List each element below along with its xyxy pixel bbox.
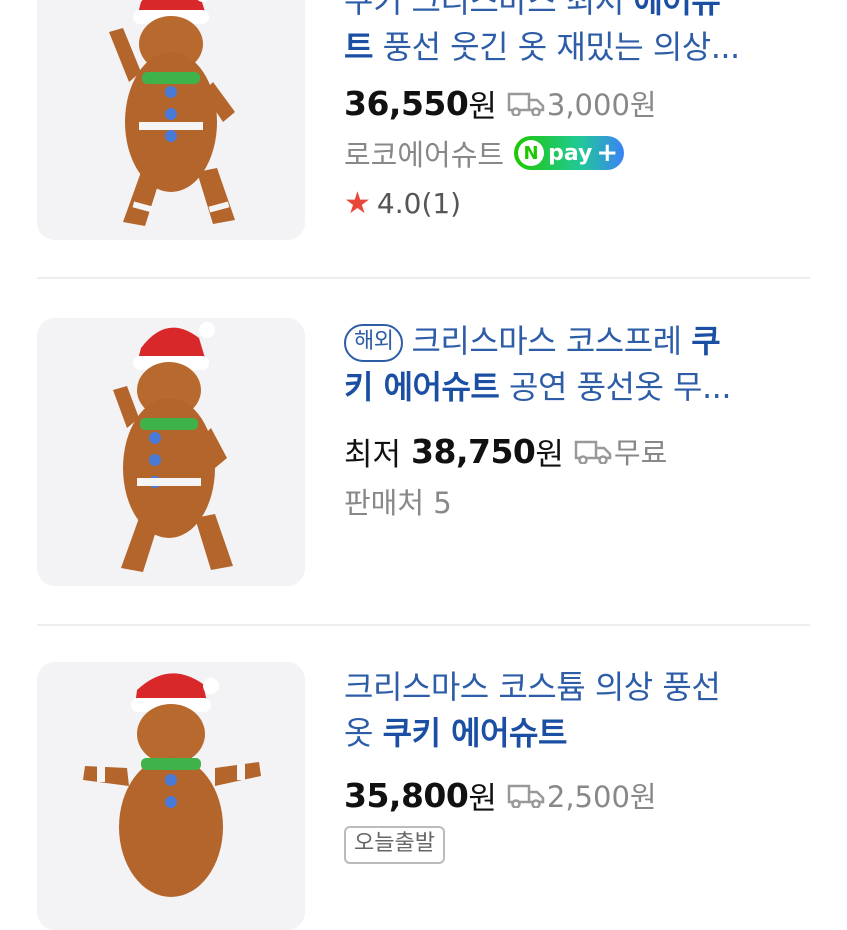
product-title-line2[interactable]: 옷 쿠키 에어슈트: [344, 710, 814, 756]
seller-name[interactable]: 로코에어슈트: [344, 132, 504, 174]
title-keyword: 에어슈: [633, 0, 721, 20]
divider: [37, 277, 810, 279]
price-row: 35,800 원 2,500원: [344, 774, 657, 817]
seller-count-row: 판매처 5: [344, 476, 814, 526]
product-title[interactable]: 크리스마스 코스튬 의상 풍선: [344, 664, 814, 710]
price: 35,800: [344, 775, 469, 815]
truck-icon: [574, 440, 612, 464]
truck-icon: [507, 92, 545, 116]
product-thumbnail[interactable]: [37, 318, 305, 586]
price-row: 36,550 원 3,000원: [344, 82, 657, 125]
title-keyword: 키 에어슈트: [344, 368, 500, 406]
today-shipping-tag: 오늘출발: [344, 826, 445, 864]
title-keyword: 쿠: [691, 322, 721, 360]
product-title[interactable]: 쿠키 크리스마스 최저 에어슈: [344, 0, 814, 24]
gingerbread-costume-image: [37, 0, 305, 240]
product-title[interactable]: 해외 크리스마스 코스프레 쿠: [344, 318, 814, 364]
title-keyword: 쿠키 에어슈트: [382, 714, 568, 752]
shipping-fee: 2,500원: [507, 774, 657, 816]
gingerbread-costume-image: [37, 318, 305, 586]
shipping-fee: 무료: [574, 430, 667, 472]
title-keyword: 트: [344, 28, 373, 66]
product-title-line2[interactable]: 트 풍선 웃긴 옷 재밌는 의상...: [344, 24, 814, 70]
lowest-label: 최저: [344, 436, 402, 473]
npay-badge: Npay +: [514, 136, 625, 170]
seller-count[interactable]: 판매처 5: [344, 480, 452, 522]
overseas-badge: 해외: [344, 324, 404, 362]
gingerbread-costume-image: [37, 662, 305, 930]
product-thumbnail[interactable]: [37, 0, 305, 240]
price-row: 최저 38,750 원 무료: [344, 426, 814, 476]
truck-icon: [507, 784, 545, 808]
seller-row: 로코에어슈트 Npay +: [344, 128, 814, 178]
divider: [37, 624, 810, 626]
rating-row: ★ 4.0 (1): [344, 185, 462, 221]
product-thumbnail[interactable]: [37, 662, 305, 930]
product-title-line2[interactable]: 키 에어슈트 공연 풍선옷 무...: [344, 364, 814, 410]
shipping-fee: 3,000원: [507, 82, 657, 124]
price: 36,550: [344, 83, 469, 123]
star-icon: ★: [344, 185, 371, 221]
price: 38,750: [411, 431, 536, 471]
tag-row: 오늘출발: [344, 820, 814, 870]
